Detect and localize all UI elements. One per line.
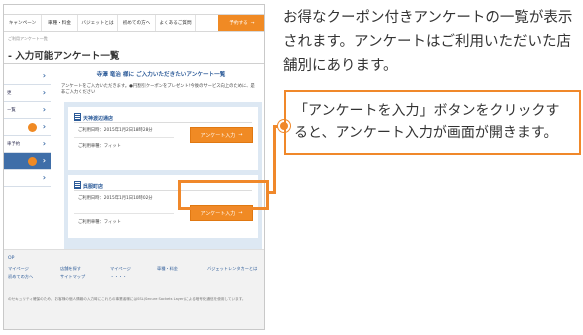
footer-link[interactable]: マイページ [8, 265, 33, 273]
footer-links: マイページ 初めての方へ [8, 265, 33, 281]
footer-links: 店舗を探す サイトマップ [60, 265, 85, 281]
chevron-right-icon: › [42, 173, 46, 182]
footer-link[interactable]: 初めての方へ [8, 273, 33, 281]
chevron-right-icon: › [42, 156, 46, 165]
card-divider [74, 213, 174, 214]
breadcrumb[interactable]: ご利用アンケート一覧 [8, 36, 48, 42]
nav-campaign[interactable]: キャンペーン [4, 15, 42, 31]
car-model: ご利用車種：フィット [78, 220, 121, 225]
car-model: ご利用車種：フィット [78, 144, 121, 149]
card-divider [74, 122, 252, 123]
footer-link[interactable]: ・・・・ [110, 273, 131, 281]
chevron-right-icon: › [42, 139, 46, 148]
reserve-button[interactable]: 予約する → [218, 15, 264, 31]
chevron-right-icon: › [42, 105, 46, 114]
arrow-right-icon: → [250, 20, 255, 26]
document-icon [74, 113, 81, 121]
sidebar-item[interactable]: ー覧 › [4, 102, 51, 119]
nav-about-budget[interactable]: バジェットとは [78, 15, 118, 31]
footer-link[interactable]: サイトマップ [60, 273, 85, 281]
footer-link[interactable]: マイページ [110, 265, 131, 273]
sidebar: › 更 › ー覧 › › 車予約 › › › [4, 68, 51, 187]
page-title: - 入力可能アンケート一覧 [8, 51, 120, 62]
legal-text: のセキュリティ確保のため、お客様の個人情報の入力時にこれらの事業者様にはSSL(… [8, 297, 246, 301]
top-nav: キャンペーン 車種・料金 バジェットとは 初めての方へ よくあるご質問 予約する… [4, 14, 264, 32]
survey-list-panel: 天神渡辺通店 ご利用日時：2015年1月2日18時28分 ご利用車種：フィット … [64, 102, 262, 254]
footer-top-link[interactable]: OP [8, 256, 14, 261]
sidebar-item[interactable]: › [4, 68, 51, 85]
sidebar-item[interactable]: 車予約 › [4, 136, 51, 153]
reserve-label: 予約する [229, 21, 248, 26]
intro-text: アンケートをご入力いただきます。●円割引クーポンをプレゼント!今後のサービス向上… [61, 84, 255, 95]
sidebar-item[interactable]: 更 › [4, 85, 51, 102]
description-text: お得なクーポン付きアンケートの一覧が表示されます。アンケートはご利用いただいた店… [283, 10, 573, 74]
arrow-right-icon: → [238, 132, 243, 138]
card-divider [74, 137, 174, 138]
greeting-heading: 寺澤 竜治 様に ご入力いただきたいアンケート一覧 [96, 72, 226, 78]
button-highlight-frame [178, 180, 269, 210]
footer-links: バジェットレンタカーとは [207, 265, 257, 273]
survey-card: 天神渡辺通店 ご利用日時：2015年1月2日18時28分 ご利用車種：フィット … [68, 107, 258, 170]
footer: OP マイページ 初めての方へ 店舗を探す サイトマップ マイページ ・・・・ … [4, 249, 264, 329]
usage-date: ご利用日時：2015年1月1日10時02分 [78, 196, 153, 201]
footer-links: マイページ ・・・・ [110, 265, 131, 281]
badge-icon [28, 157, 37, 166]
store-name: 天神渡辺通店 [74, 113, 113, 122]
main-content: 寺澤 竜治 様に ご入力いただきたいアンケート一覧 アンケートをご入力いただきま… [56, 68, 264, 254]
callout-box: 「アンケートを入力」ボタンをクリックすると、アンケート入力が画面が開きます。 [284, 90, 581, 155]
footer-links: 車種・料金 [157, 265, 178, 273]
nav-faq[interactable]: よくあるご質問 [156, 15, 196, 31]
callout-connector [273, 125, 276, 194]
survey-input-button[interactable]: アンケート入力 → [190, 127, 253, 143]
store-name: 呉服町店 [74, 181, 103, 190]
sidebar-item-active[interactable]: › [4, 153, 51, 170]
nav-first-time[interactable]: 初めての方へ [118, 15, 156, 31]
chevron-right-icon: › [42, 71, 46, 80]
sidebar-item[interactable]: › [4, 119, 51, 136]
chevron-right-icon: › [42, 122, 46, 131]
sidebar-item[interactable]: › [4, 170, 51, 187]
chevron-right-icon: › [42, 88, 46, 97]
footer-link[interactable]: 店舗を探す [60, 265, 85, 273]
usage-date: ご利用日時：2015年1月2日18時28分 [78, 128, 153, 133]
arrow-right-icon: → [238, 210, 243, 216]
screenshot-frame: キャンペーン 車種・料金 バジェットとは 初めての方へ よくあるご質問 予約する… [3, 4, 265, 330]
footer-link[interactable]: 車種・料金 [157, 265, 178, 273]
footer-link[interactable]: バジェットレンタカーとは [207, 265, 257, 273]
nav-cars-prices[interactable]: 車種・料金 [42, 15, 78, 31]
badge-icon [28, 123, 37, 132]
title-divider [4, 63, 264, 64]
document-icon [74, 181, 81, 189]
